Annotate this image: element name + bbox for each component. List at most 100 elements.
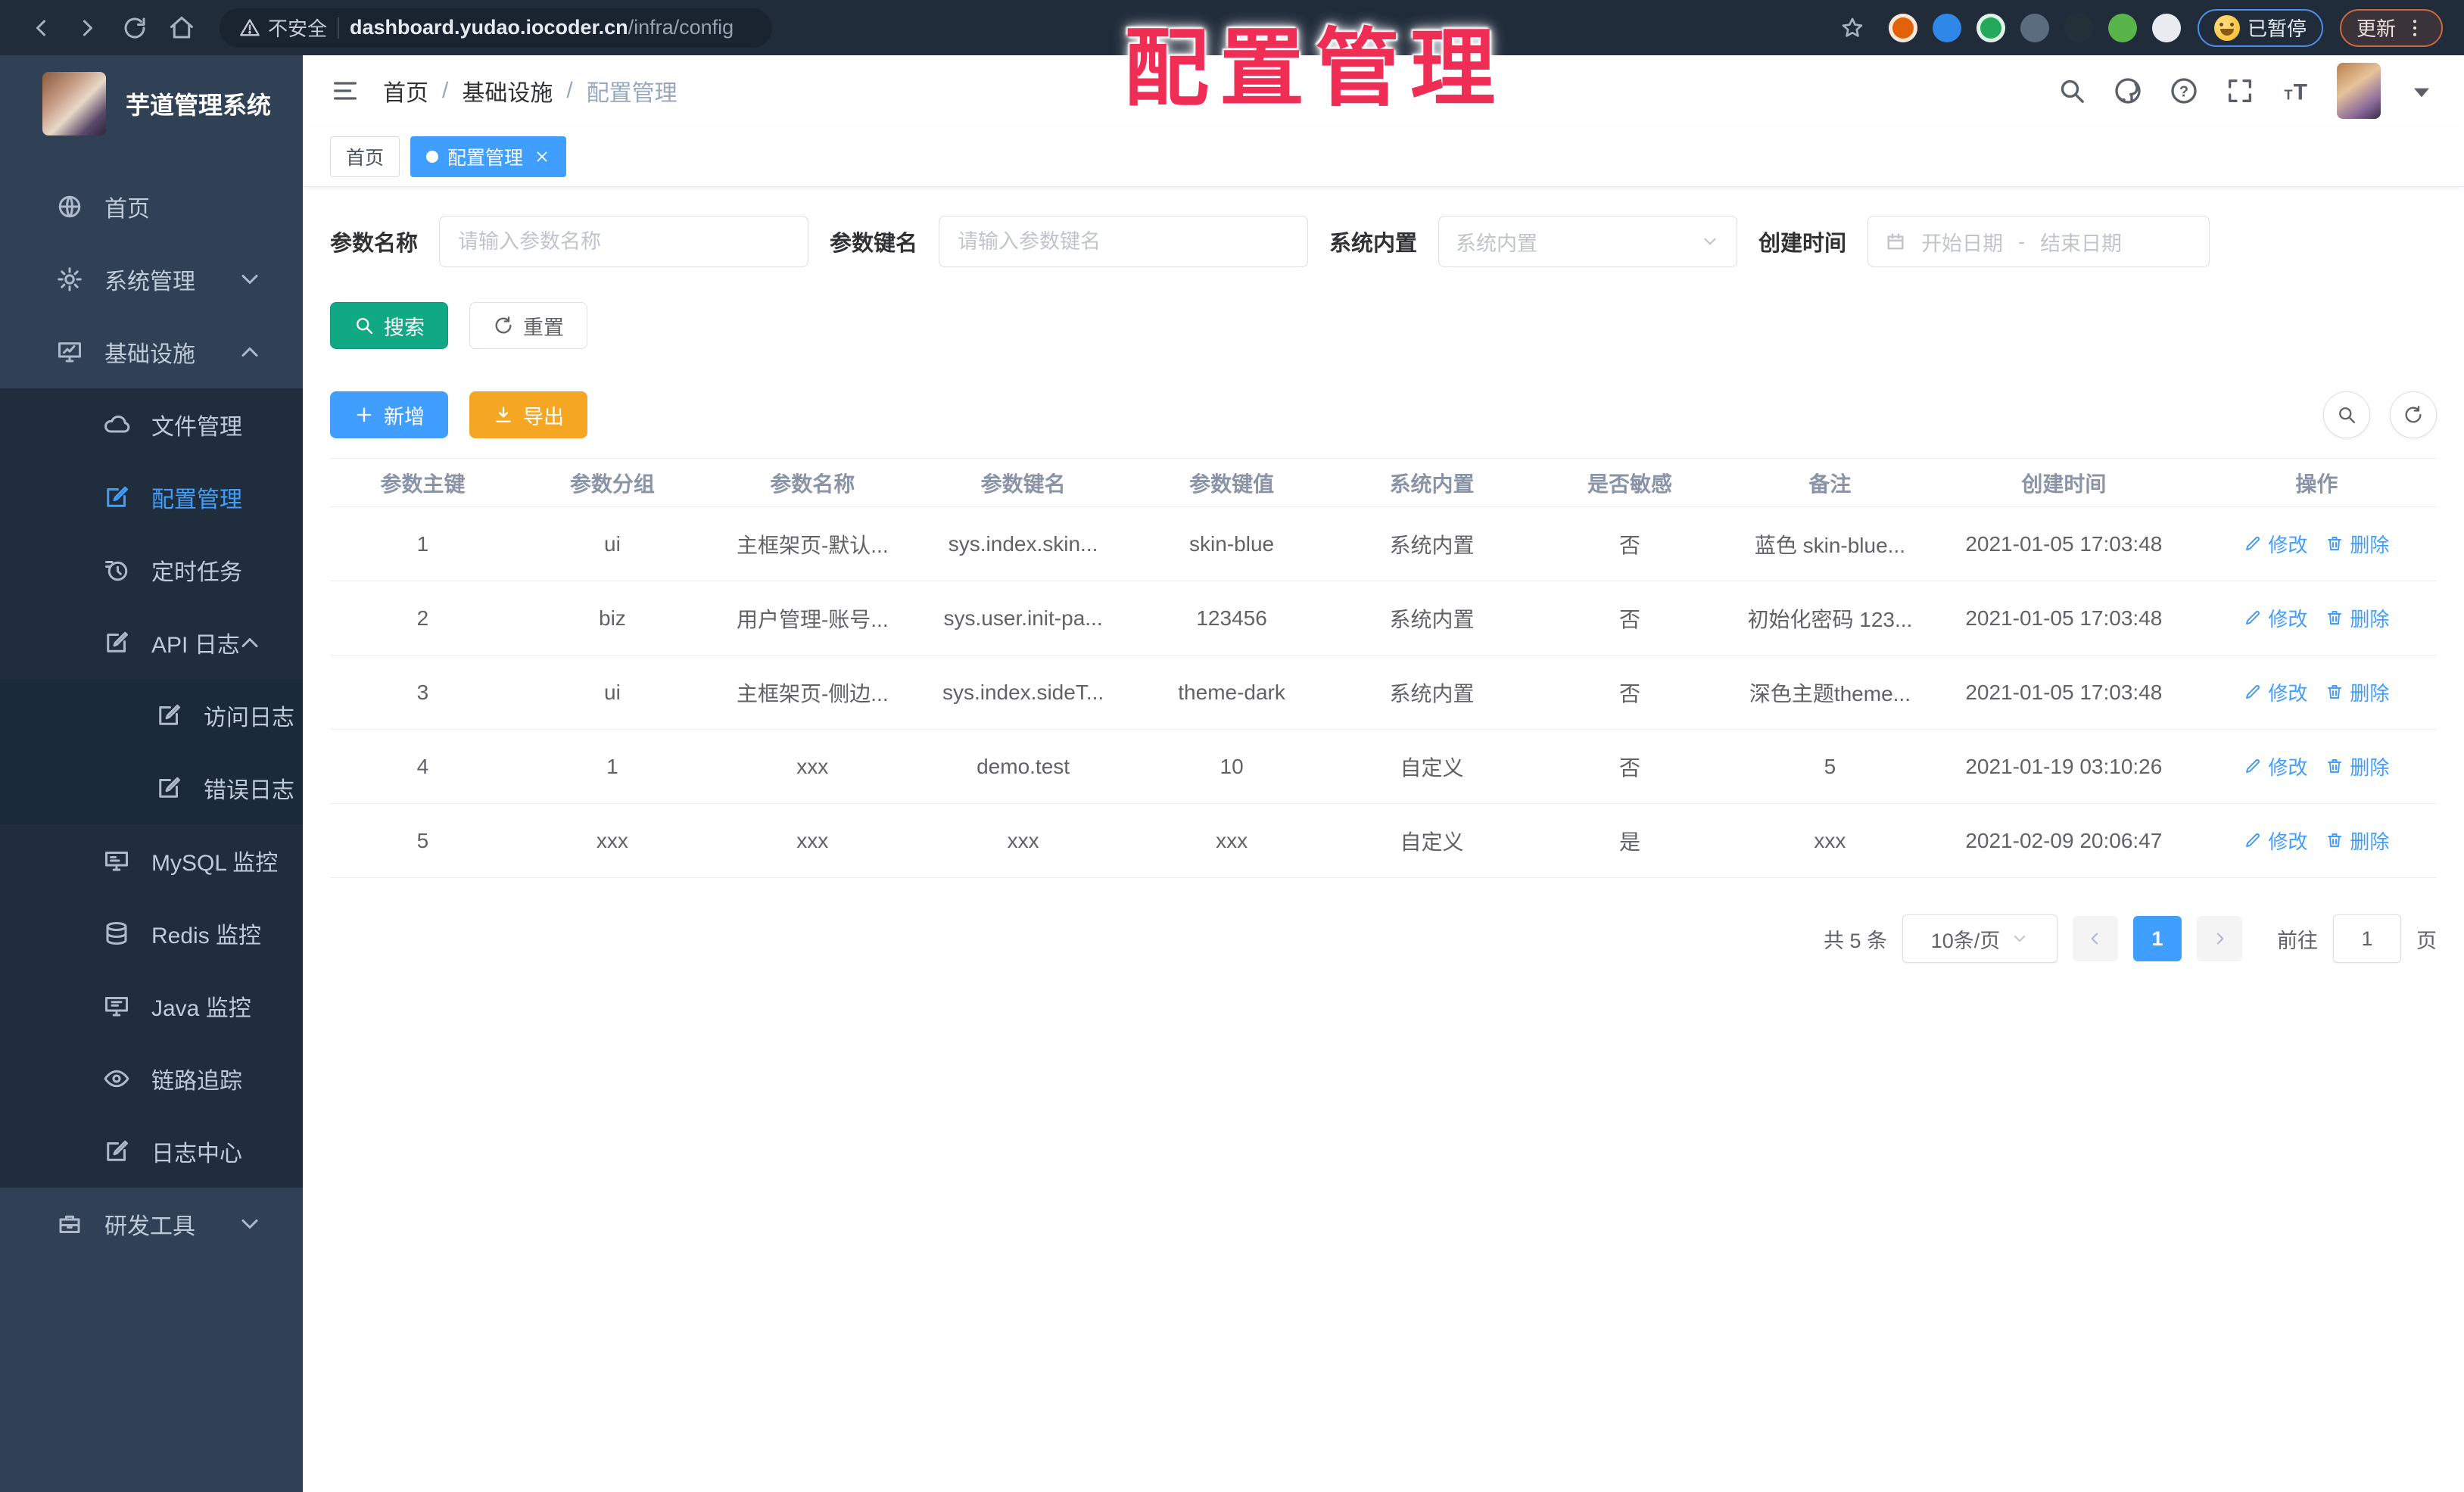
edit-link[interactable]: 修改 bbox=[2244, 827, 2307, 855]
search-button[interactable]: 搜索 bbox=[330, 302, 448, 349]
edit-link[interactable]: 修改 bbox=[2244, 678, 2307, 706]
reset-button[interactable]: 重置 bbox=[469, 302, 587, 349]
fullscreen-icon[interactable] bbox=[2225, 76, 2255, 106]
page-size-select[interactable]: 10条/页 bbox=[1902, 914, 2057, 963]
sidebar-item-系统管理[interactable]: 系统管理 bbox=[0, 243, 303, 316]
tag-close-icon[interactable] bbox=[534, 148, 550, 165]
tags-view: 首页 配置管理 bbox=[303, 126, 2464, 187]
delete-link[interactable]: 删除 bbox=[2325, 530, 2389, 558]
sidebar-item-label: 日志中心 bbox=[151, 1142, 242, 1167]
sidebar-item-java-监控[interactable]: Java 监控 bbox=[0, 970, 303, 1042]
sidebar-item-基础设施[interactable]: 基础设施 bbox=[0, 316, 303, 388]
delete-link[interactable]: 删除 bbox=[2325, 604, 2389, 632]
sidebar-item-redis-监控[interactable]: Redis 监控 bbox=[0, 897, 303, 970]
menu-dots-icon[interactable] bbox=[2403, 17, 2426, 39]
edit-link[interactable]: 修改 bbox=[2244, 604, 2307, 632]
prev-page-button[interactable] bbox=[2073, 916, 2118, 961]
avatar[interactable] bbox=[2337, 63, 2381, 119]
sidebar-item-首页[interactable]: 首页 bbox=[0, 170, 303, 243]
search-actions: 搜索 重置 bbox=[330, 302, 2437, 349]
help-icon[interactable]: ? bbox=[2169, 76, 2199, 106]
goto-page-input[interactable]: 1 bbox=[2333, 914, 2401, 963]
filter-builtin-select[interactable]: 系统内置 bbox=[1438, 216, 1738, 267]
edit-link[interactable]: 修改 bbox=[2244, 752, 2307, 780]
edit-link-label: 修改 bbox=[2268, 755, 2308, 779]
delete-link[interactable]: 删除 bbox=[2325, 827, 2389, 855]
add-button[interactable]: 新增 bbox=[330, 391, 448, 438]
filter-daterange[interactable]: 开始日期 - 结束日期 bbox=[1867, 216, 2210, 267]
font-size-icon[interactable]: TT bbox=[2281, 76, 2311, 106]
table-body: 1 ui 主框架页-默认... sys.index.skin... skin-blue 系… bbox=[330, 506, 2437, 878]
breadcrumb-item[interactable]: 首页 bbox=[383, 74, 428, 107]
delete-link[interactable]: 删除 bbox=[2325, 678, 2389, 706]
toggle-search-button[interactable] bbox=[2323, 391, 2370, 438]
dashboard-icon bbox=[56, 193, 83, 220]
trash-icon bbox=[2325, 609, 2344, 627]
filter-name-label: 参数名称 bbox=[330, 232, 419, 256]
log-icon bbox=[155, 774, 182, 802]
table-toolbar: 新增 导出 bbox=[330, 391, 2437, 438]
security-label[interactable]: 不安全 bbox=[268, 14, 327, 42]
goto-label: 前往 bbox=[2277, 929, 2318, 952]
search-icon[interactable] bbox=[2057, 76, 2087, 106]
export-button[interactable]: 导出 bbox=[469, 391, 587, 438]
browser-toolbar-right: 已暂停 更新 bbox=[1833, 8, 2443, 48]
table-row: 5 xxx xxx xxx xxx 自定义是 xxx 2021-02-09 20:06:47 修… bbox=[330, 803, 2437, 878]
sidebar-item-定时任务[interactable]: 定时任务 bbox=[0, 534, 303, 606]
table-cell: 主框架页-侧边... bbox=[709, 655, 916, 730]
sidebar-item-文件管理[interactable]: 文件管理 bbox=[0, 388, 303, 461]
extension-puzzle-icon[interactable] bbox=[2151, 13, 2181, 42]
sidebar-item-错误日志[interactable]: 错误日志 bbox=[0, 752, 303, 824]
extension-pin-icon[interactable] bbox=[1932, 13, 1961, 42]
sidebar-item-api-日志[interactable]: API 日志 bbox=[0, 606, 303, 679]
table-cell: 2021-01-05 17:03:48 bbox=[1931, 655, 2197, 730]
filter-key-input[interactable] bbox=[939, 216, 1309, 267]
table-cell: 3 bbox=[330, 655, 516, 730]
sidebar-item-访问日志[interactable]: 访问日志 bbox=[0, 679, 303, 752]
current-page-button[interactable]: 1 bbox=[2133, 916, 2182, 961]
extension-orange-icon[interactable] bbox=[1888, 13, 1917, 42]
next-page-button[interactable] bbox=[2197, 916, 2242, 961]
tag-config-active[interactable]: 配置管理 bbox=[410, 135, 567, 177]
export-button-label: 导出 bbox=[523, 405, 564, 428]
column-header: 参数键值 bbox=[1130, 458, 1333, 507]
tag-active-dot bbox=[426, 150, 439, 163]
back-icon[interactable] bbox=[21, 8, 61, 48]
filter-name-input[interactable] bbox=[439, 216, 809, 267]
tag-home[interactable]: 首页 bbox=[330, 135, 400, 177]
table-row: 3 ui 主框架页-侧边... sys.index.sideT... theme-dar… bbox=[330, 655, 2437, 730]
sidebar-item-mysql-监控[interactable]: MySQL 监控 bbox=[0, 824, 303, 897]
table-cell: 否 bbox=[1531, 581, 1729, 656]
hamburger-icon[interactable] bbox=[330, 76, 360, 106]
extension-on-badge-icon[interactable] bbox=[2064, 13, 2093, 42]
sidebar-item-链路追踪[interactable]: 链路追踪 bbox=[0, 1042, 303, 1115]
filter-time-label: 创建时间 bbox=[1758, 232, 1847, 256]
extension-green-check-icon[interactable] bbox=[1976, 13, 2005, 42]
update-button[interactable]: 更新 bbox=[2339, 8, 2443, 47]
sidebar-item-日志中心[interactable]: 日志中心 bbox=[0, 1115, 303, 1188]
paused-pill[interactable]: 已暂停 bbox=[2197, 8, 2323, 47]
edit-icon bbox=[103, 484, 130, 511]
address-bar[interactable]: 不安全 dashboard.yudao.iocoder.cn/infra/con… bbox=[220, 8, 772, 48]
forward-icon[interactable] bbox=[68, 8, 107, 48]
edit-link[interactable]: 修改 bbox=[2244, 530, 2307, 558]
sidebar-item-研发工具[interactable]: 研发工具 bbox=[0, 1188, 303, 1260]
github-icon[interactable] bbox=[2113, 76, 2143, 106]
breadcrumb-item[interactable]: 基础设施 bbox=[462, 74, 553, 107]
url-text[interactable]: dashboard.yudao.iocoder.cn/infra/config bbox=[350, 16, 734, 39]
table-row: 1 ui 主框架页-默认... sys.index.skin... skin-blue 系… bbox=[330, 506, 2437, 581]
edit-link-label: 修改 bbox=[2268, 607, 2308, 631]
app-logo-row[interactable]: 芋道管理系统 bbox=[0, 55, 303, 151]
extension-leaf-icon[interactable] bbox=[2107, 13, 2137, 42]
sidebar-item-配置管理[interactable]: 配置管理 bbox=[0, 461, 303, 534]
home-icon[interactable] bbox=[162, 8, 201, 48]
delete-link[interactable]: 删除 bbox=[2325, 752, 2389, 780]
refresh-table-button[interactable] bbox=[2390, 391, 2437, 438]
extension-gray-icon[interactable] bbox=[2020, 13, 2049, 42]
bookmark-star-icon[interactable] bbox=[1833, 8, 1872, 48]
chevron-down-icon[interactable] bbox=[2406, 76, 2437, 106]
sidebar-item-label: 配置管理 bbox=[151, 487, 242, 512]
sidebar-item-label: Redis 监控 bbox=[151, 924, 262, 948]
page-size-chevron-icon bbox=[2011, 930, 2029, 948]
reload-icon[interactable] bbox=[115, 8, 154, 48]
